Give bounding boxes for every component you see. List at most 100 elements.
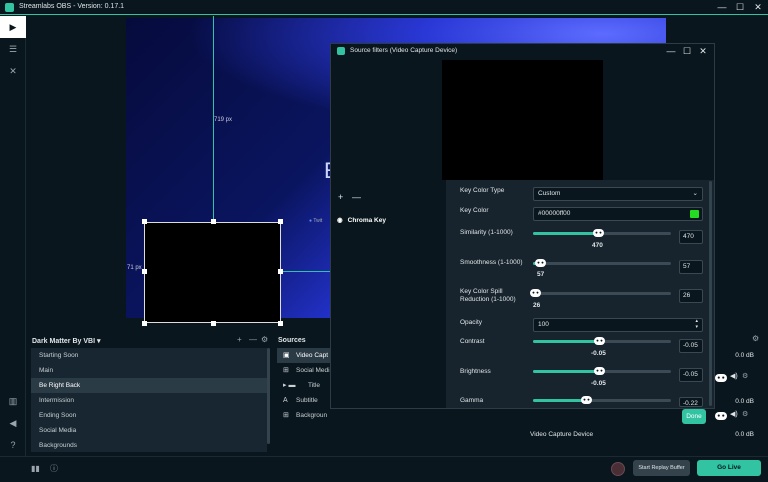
add-scene-button[interactable]: +: [237, 335, 242, 344]
info-icon[interactable]: ⓘ: [50, 463, 58, 474]
similarity-knob[interactable]: ● ●: [593, 229, 604, 237]
stats-icon[interactable]: ▮▮: [31, 464, 40, 473]
spill-value-label: 26: [533, 302, 541, 309]
smoothness-value-label: 57: [537, 271, 545, 278]
source-item[interactable]: ▸ ▬ Title: [277, 378, 333, 393]
smoothness-knob[interactable]: ● ●: [535, 259, 546, 267]
mixer-gear-icon[interactable]: ⚙: [742, 372, 748, 380]
opacity-input[interactable]: 100 ▴ ▾: [533, 318, 703, 332]
spill-knob[interactable]: ● ●: [530, 289, 541, 297]
text-icon: A: [283, 397, 288, 404]
gamma-number-input[interactable]: -0.22: [679, 397, 703, 407]
smoothness-number-input[interactable]: 57: [679, 260, 703, 274]
contrast-number-input[interactable]: -0.05: [679, 339, 703, 353]
remove-scene-button[interactable]: —: [249, 335, 257, 344]
key-color-type-label: Key Color Type: [460, 187, 505, 194]
scene-item[interactable]: Social Media: [31, 423, 267, 438]
stream-tag: ● Twit: [309, 218, 323, 224]
add-filter-button[interactable]: +: [338, 192, 343, 202]
resize-handle[interactable]: [142, 321, 147, 326]
dialog-close-button[interactable]: ✕: [696, 45, 710, 57]
dialog-scrollbar[interactable]: [709, 181, 712, 406]
library-icon[interactable]: ▥: [0, 390, 26, 412]
guide-horizontal: [282, 271, 330, 272]
resize-handle[interactable]: [278, 321, 283, 326]
scene-settings-icon[interactable]: ⚙: [261, 335, 268, 344]
studio-icon[interactable]: ▶: [0, 16, 26, 38]
source-item[interactable]: A Subtitle: [277, 393, 333, 408]
gamma-slider[interactable]: [533, 399, 671, 402]
mixer-settings-icon[interactable]: ⚙: [752, 334, 759, 343]
resize-handle[interactable]: [278, 219, 283, 224]
contrast-label: Contrast: [460, 338, 485, 345]
scene-item[interactable]: Starting Soon: [31, 348, 267, 363]
scene-item[interactable]: Intermission: [31, 393, 267, 408]
resize-handle[interactable]: [142, 219, 147, 224]
audio-icon[interactable]: ◀: [0, 412, 26, 434]
tools-icon[interactable]: ✕: [0, 60, 26, 82]
volume-icon[interactable]: ◀): [730, 372, 738, 380]
streamlabs-logo-icon: [337, 47, 345, 55]
stepper-icon[interactable]: ▴ ▾: [695, 318, 698, 330]
brightness-number-input[interactable]: -0.05: [679, 368, 703, 382]
settings-sliders-icon[interactable]: ☰: [0, 38, 26, 60]
help-icon[interactable]: ?: [0, 434, 26, 456]
dialog-minimize-button[interactable]: —: [664, 45, 678, 57]
start-replay-buffer-button[interactable]: Start Replay Buffer: [633, 460, 690, 476]
record-button[interactable]: [611, 462, 625, 476]
maximize-button[interactable]: ☐: [733, 1, 747, 13]
guide-vertical-label: 719 px: [214, 117, 233, 123]
scene-item-selected[interactable]: Be Right Back: [31, 378, 267, 393]
spill-label-1: Key Color Spill: [460, 288, 503, 295]
scenes-panel: Dark Matter By VBI ▾ + — ⚙ Starting Soon…: [27, 334, 272, 456]
chevron-down-icon: ▾: [96, 338, 101, 345]
selected-source-box[interactable]: [144, 222, 281, 323]
app-window: Streamlabs OBS - Version: 0.17.1 — ☐ ✕ ▶…: [0, 0, 768, 482]
filter-preview-video: [442, 60, 603, 180]
brightness-knob[interactable]: ● ●: [594, 367, 605, 375]
source-item[interactable]: ⊞ Social Medi: [277, 363, 333, 378]
left-nav: ▶ ☰ ✕ ▥ ◀ ? ⚙: [0, 16, 26, 482]
resize-handle[interactable]: [278, 269, 283, 274]
contrast-knob[interactable]: ● ●: [594, 337, 605, 345]
dialog-maximize-button[interactable]: ☐: [680, 45, 694, 57]
eye-icon[interactable]: ◉: [337, 217, 343, 224]
smoothness-slider[interactable]: [533, 262, 671, 265]
close-button[interactable]: ✕: [751, 1, 765, 13]
done-button[interactable]: Done: [682, 409, 706, 424]
filter-item-chroma-key[interactable]: ◉ Chroma Key: [337, 216, 386, 224]
resize-handle[interactable]: [211, 321, 216, 326]
go-live-button[interactable]: Go Live: [697, 460, 761, 476]
contrast-fill: [533, 340, 599, 343]
scene-item[interactable]: Main: [31, 363, 267, 378]
app-title: Streamlabs OBS - Version: 0.17.1: [19, 3, 125, 10]
spill-slider[interactable]: [533, 292, 671, 295]
opacity-label: Opacity: [460, 319, 483, 326]
gamma-knob[interactable]: ● ●: [581, 396, 592, 404]
brightness-fill: [533, 370, 599, 373]
mixer-row: Video Capture Device 0.0 dB: [524, 431, 754, 443]
mixer-db: 0.0 dB: [735, 352, 754, 359]
source-item[interactable]: ⊞ Backgroun: [277, 408, 333, 423]
scene-item[interactable]: Ending Soon: [31, 408, 267, 423]
similarity-number-input[interactable]: 470: [679, 230, 703, 244]
sources-title: Sources: [278, 337, 306, 344]
remove-filter-button[interactable]: —: [352, 192, 361, 202]
resize-handle[interactable]: [142, 269, 147, 274]
scene-collection-selector[interactable]: Dark Matter By VBI ▾: [32, 337, 101, 345]
key-color-swatch[interactable]: [690, 210, 699, 218]
contrast-value-label: -0.05: [591, 350, 606, 357]
minimize-button[interactable]: —: [715, 1, 729, 13]
mixer-gear-icon[interactable]: ⚙: [742, 410, 748, 418]
spill-number-input[interactable]: 26: [679, 289, 703, 303]
volume-icon[interactable]: ◀): [730, 410, 738, 418]
mixer-toggle[interactable]: ● ●: [715, 412, 727, 420]
display-icon: ▣: [283, 352, 290, 359]
scenes-scrollbar[interactable]: [267, 348, 270, 444]
scene-item[interactable]: Backgrounds: [31, 438, 267, 452]
mixer-toggle[interactable]: ● ●: [715, 374, 727, 382]
key-color-input[interactable]: #00000ff00: [533, 207, 703, 221]
key-color-type-select[interactable]: Custom ⌄: [533, 187, 703, 201]
resize-handle[interactable]: [211, 219, 216, 224]
source-item[interactable]: ▣ Video Capt: [277, 348, 333, 363]
